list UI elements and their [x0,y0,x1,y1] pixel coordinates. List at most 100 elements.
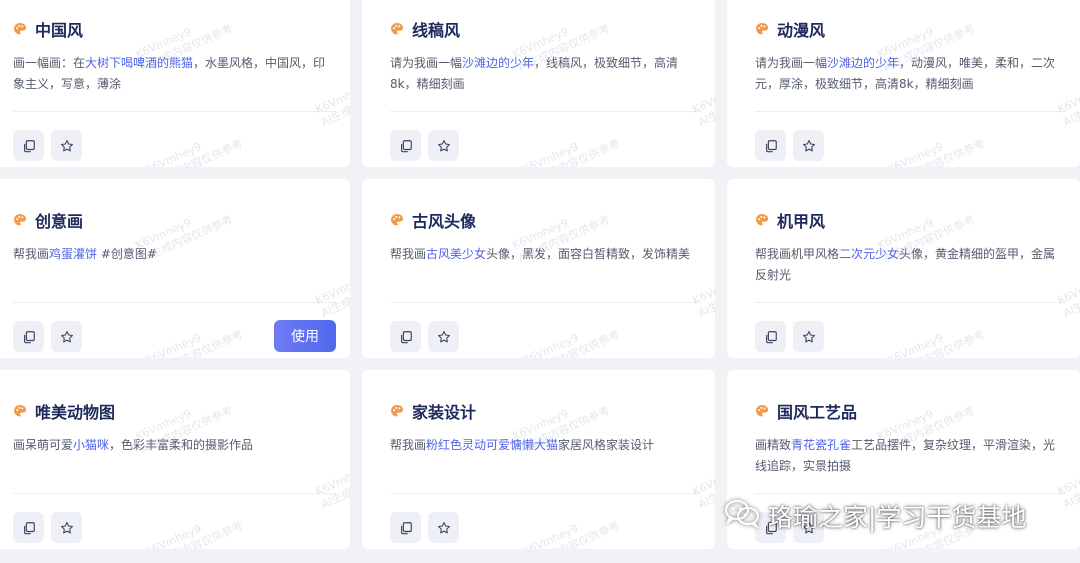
wechat-icon [724,498,760,534]
highlighted-keyword: 鸡蛋灌饼 [49,247,98,261]
palette-icon [13,213,27,227]
watermark-code: K6Vmhey9 [885,140,946,167]
card-actions [390,512,459,543]
star-icon [802,139,816,153]
description-text: 帮我画机甲风格 [755,247,840,261]
card-header: 家装设计 [390,395,701,427]
prompt-card[interactable]: 古风头像帮我画古风美少女头像，黑发，面容白皙精致，发饰精美 K6Vmhey9 AI生… [362,179,715,358]
use-button[interactable]: 使用 [274,320,336,352]
highlighted-keyword: 小猫咪 [73,438,110,452]
favorite-button[interactable] [51,512,82,543]
description-text: 请为我画一幅 [755,56,828,70]
star-icon [437,139,451,153]
description-text: 头像，黑发，面容白皙精致，发饰精美 [486,247,691,261]
description-text: 画精致 [755,438,792,452]
card-divider [390,111,701,112]
palette-icon [755,22,769,36]
watermark-notice: AI生成内容仅供参考 [149,518,245,549]
card-header: 机甲风 [755,204,1066,236]
favorite-button[interactable] [428,321,459,352]
card-description: 帮我画机甲风格二次元少女头像，黄金精细的盔甲，金属反射光 [755,244,1066,288]
highlighted-keyword: 粉红色灵动可爱慵懒大猫 [426,438,559,452]
card-actions [13,130,82,161]
copy-button[interactable] [390,512,421,543]
copy-button[interactable] [390,130,421,161]
copy-button[interactable] [390,321,421,352]
favorite-button[interactable] [51,130,82,161]
copy-button[interactable] [13,512,44,543]
prompt-card[interactable]: 家装设计 帮我画粉红色灵动可爱慵懒大猫家居风格家装设计 K6Vmhey9 AI生成内容… [362,370,715,549]
card-title: 线稿风 [412,21,461,40]
watermark-code: K6Vmhey9 [143,140,204,167]
prompt-card[interactable]: 线稿风 请为我画一幅沙滩边的少年，线稿风，极致细节，高清8k，精细刻画 K6Vmhe… [362,0,715,167]
star-icon [437,521,451,535]
description-text: 帮我画 [13,247,50,261]
watermark-notice: AI生成内容仅供参考 [891,136,987,167]
watermark-notice: AI生成内容仅供参考 [526,136,622,167]
star-icon [60,521,74,535]
highlighted-keyword: 沙滩边的少年 [462,56,535,70]
prompt-card[interactable]: 中国风 画一幅画：在大树下喝啤酒的熊猫，水墨风格，中国风，印象主义，写意，薄涂 K6… [0,0,350,167]
watermark: K6Vmhey9 AI生成内容仅供参考 [521,315,623,358]
highlighted-keyword: 沙滩边的少年 [827,56,900,70]
copy-button[interactable] [13,130,44,161]
watermark-code: K6Vmhey9 [885,331,946,358]
palette-icon [755,404,769,418]
watermark: K6Vmhey9 AI生成内容仅供参考 [144,506,246,549]
card-actions [13,512,82,543]
copy-icon [22,139,36,153]
palette-icon [13,22,27,36]
copy-button[interactable] [755,321,786,352]
watermark: K6Vmhey9 AI生成内容仅供参考 [144,315,246,358]
card-divider [390,493,701,494]
prompt-card[interactable]: 机甲风帮我画机甲风格二次元少女头像，黄金精细的盔甲，金属反射光 K6Vmhey9 A… [727,179,1080,358]
card-title: 唯美动物图 [35,403,116,422]
copy-button[interactable] [13,321,44,352]
card-divider [13,493,336,494]
card-header: 动漫风 [755,13,1066,45]
card-title: 国风工艺品 [777,403,858,422]
card-title: 家装设计 [412,403,477,422]
favorite-button[interactable] [51,321,82,352]
palette-icon [755,213,769,227]
watermark-code: K6Vmhey9 [143,522,204,549]
card-divider [755,111,1066,112]
card-description: 请为我画一幅沙滩边的少年，动漫风，唯美，柔和，二次元，厚涂，极致细节，高清8k，… [755,53,1066,97]
description-text: ，色彩丰富柔和的摄影作品 [109,438,254,452]
card-title: 创意画 [35,212,84,231]
description-text: 帮我画 [390,438,427,452]
card-header: 创意画 [13,204,336,236]
card-title: 古风头像 [412,212,477,231]
description-text: 请为我画一幅 [390,56,463,70]
description-text: 画呆萌可爱 [13,438,74,452]
watermark-code: K6Vmhey9 [143,331,204,358]
prompt-card[interactable]: 唯美动物图画呆萌可爱小猫咪，色彩丰富柔和的摄影作品 K6Vmhey9 AI生成内容仅… [0,370,350,549]
card-actions [13,321,82,352]
watermark: K6Vmhey9 AI生成内容仅供参考 [886,124,988,167]
prompt-card[interactable]: 动漫风请为我画一幅沙滩边的少年，动漫风，唯美，柔和，二次元，厚涂，极致细节，高清… [727,0,1080,167]
watermark: K6Vmhey9 AI生成内容仅供参考 [521,506,623,549]
favorite-button[interactable] [793,321,824,352]
copy-button[interactable] [755,130,786,161]
copy-icon [22,521,36,535]
card-description: 画精致青花瓷孔雀工艺品摆件，复杂纹理，平滑渲染，光线追踪，实景拍摄 [755,435,1066,479]
card-header: 国风工艺品 [755,395,1066,427]
watermark-notice: AI生成内容仅供参考 [891,327,987,358]
star-icon [437,330,451,344]
description-text: 画一幅画：在 [13,56,86,70]
card-description: 帮我画鸡蛋灌饼 #创意图# [13,244,336,288]
favorite-button[interactable] [428,512,459,543]
favorite-button[interactable] [428,130,459,161]
favorite-button[interactable] [793,130,824,161]
star-icon [60,139,74,153]
watermark-code: K6Vmhey9 [520,140,581,167]
palette-icon [390,22,404,36]
card-description: 帮我画古风美少女头像，黑发，面容白皙精致，发饰精美 [390,244,701,288]
star-icon [802,330,816,344]
prompt-card[interactable]: 创意画帮我画鸡蛋灌饼 #创意图# 使用 K6Vmhey9 AI生成内容仅供参考 K6Vm… [0,179,350,358]
copy-icon [22,330,36,344]
card-header: 唯美动物图 [13,395,336,427]
highlighted-keyword: 二次元少女 [839,247,900,261]
copy-icon [764,330,778,344]
watermark-notice: AI生成内容仅供参考 [526,518,622,549]
